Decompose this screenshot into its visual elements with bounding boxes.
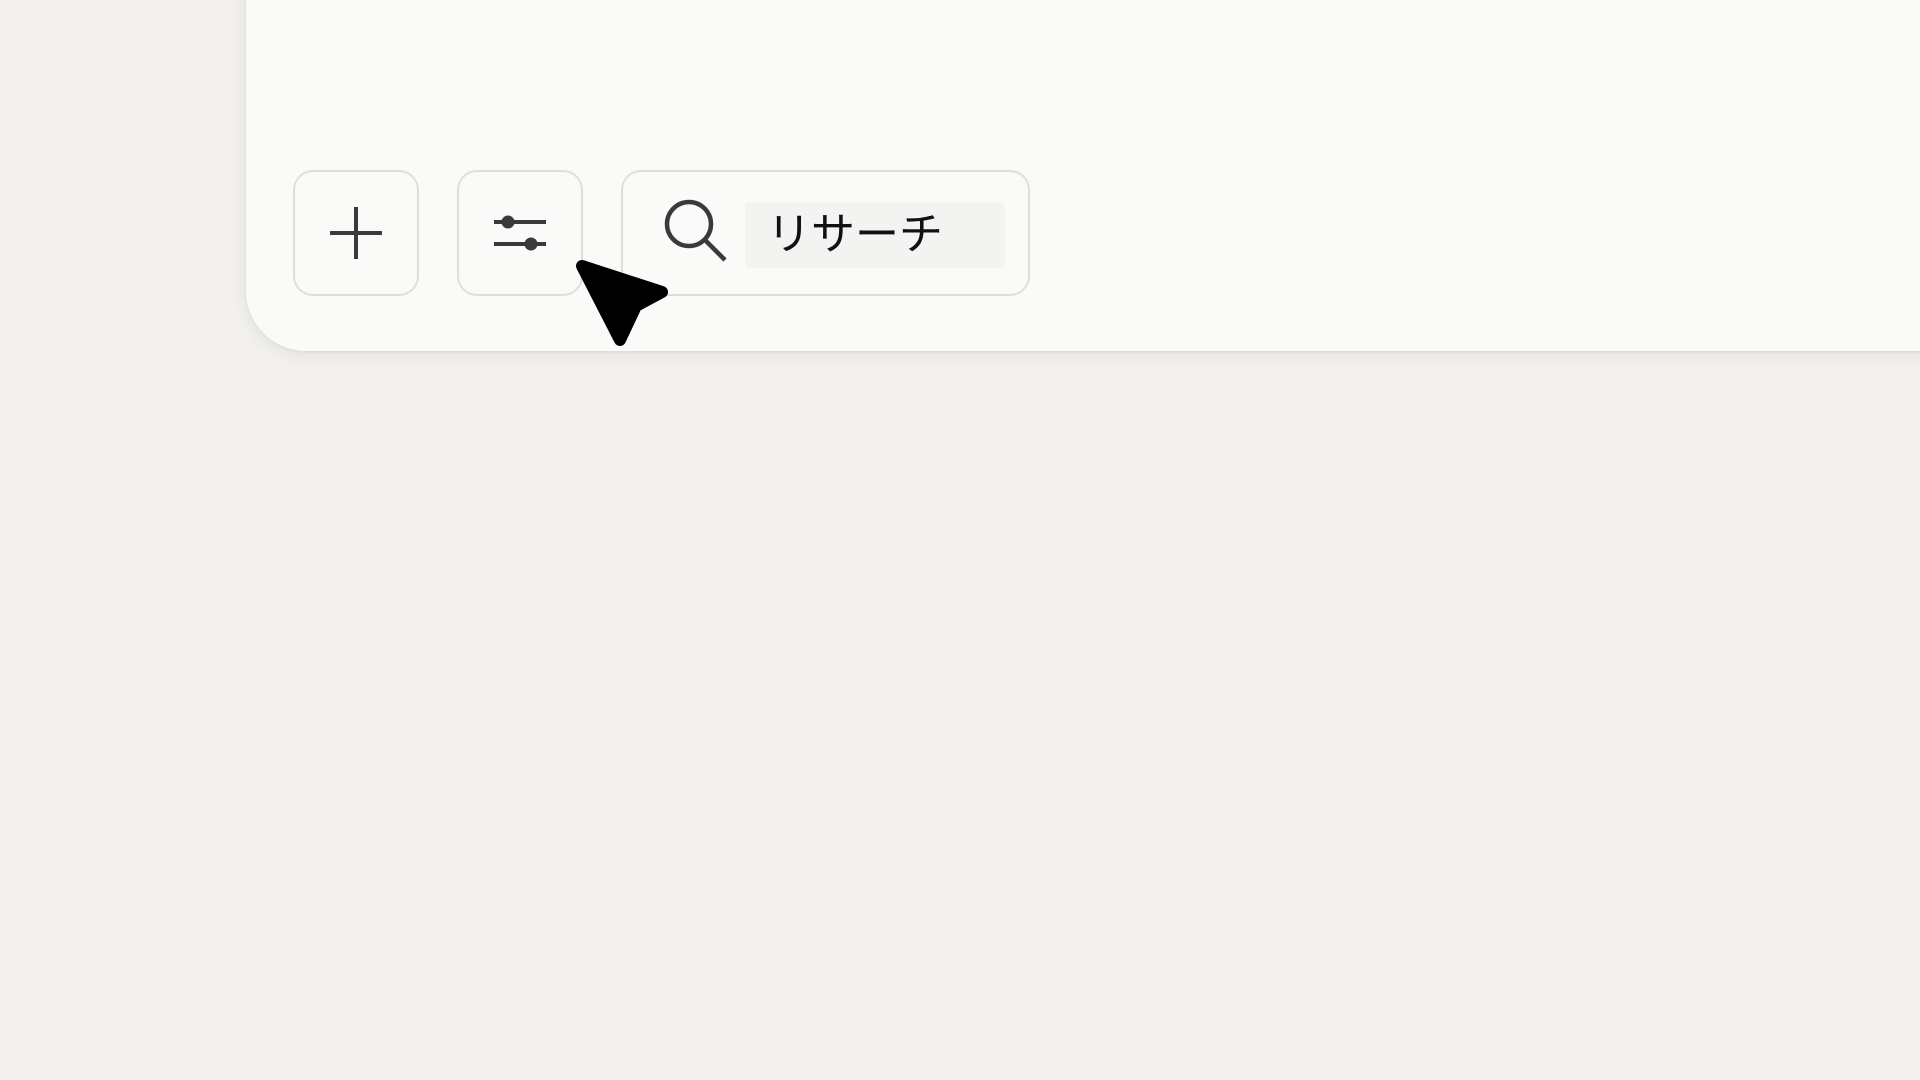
plus-icon — [330, 207, 382, 259]
add-button[interactable] — [293, 170, 419, 296]
search-box[interactable] — [621, 170, 1030, 296]
search-input[interactable] — [745, 202, 1005, 268]
search-icon — [664, 199, 727, 262]
sliders-icon — [494, 215, 546, 251]
app-canvas — [0, 0, 1920, 1080]
filter-button[interactable] — [457, 170, 583, 296]
